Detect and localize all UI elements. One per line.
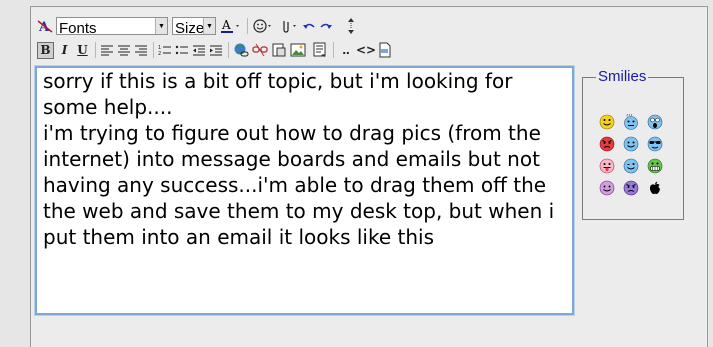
link-icon[interactable] bbox=[233, 41, 249, 59]
indent-icon[interactable] bbox=[209, 41, 223, 59]
ordered-list-icon[interactable]: 12 bbox=[158, 41, 172, 59]
bold-button[interactable]: B bbox=[37, 41, 54, 59]
document-icon[interactable] bbox=[378, 41, 392, 59]
sunglasses-icon[interactable] bbox=[647, 136, 663, 152]
message-editor[interactable]: sorry if this is a bit off topic, but i'… bbox=[35, 66, 574, 315]
mad-icon[interactable] bbox=[599, 136, 615, 152]
outdent-icon[interactable] bbox=[192, 41, 206, 59]
cool-icon[interactable] bbox=[623, 136, 639, 152]
toolbar-separator bbox=[95, 42, 96, 58]
resize-vertical-icon[interactable] bbox=[346, 17, 356, 35]
editor-paragraph: sorry if this is a bit off topic, but i'… bbox=[43, 69, 519, 119]
source-code-button[interactable]: <> bbox=[356, 41, 376, 59]
chevron-down-icon: ▼ bbox=[155, 18, 167, 34]
undo-icon[interactable] bbox=[302, 17, 316, 35]
insert-image-icon[interactable] bbox=[290, 41, 306, 59]
font-color-button[interactable]: A bbox=[220, 17, 242, 35]
grin-icon[interactable] bbox=[647, 158, 663, 174]
unlink-icon[interactable] bbox=[252, 41, 268, 59]
wink-icon[interactable] bbox=[623, 158, 639, 174]
align-right-icon[interactable] bbox=[134, 41, 148, 59]
svg-text:A: A bbox=[221, 18, 231, 32]
font-size-value: Size bbox=[175, 20, 205, 35]
toolbar-separator bbox=[247, 18, 248, 34]
redo-icon[interactable] bbox=[319, 17, 333, 35]
toolbar-row-2: B I U 12 ‥ <> bbox=[37, 40, 395, 60]
blush-icon[interactable] bbox=[599, 180, 615, 196]
smilies-box: Smilies ??? bbox=[582, 68, 684, 220]
purple-mad-icon[interactable] bbox=[623, 180, 639, 196]
smiley-insert-icon[interactable] bbox=[252, 17, 274, 35]
font-family-select[interactable]: Fonts ▼ bbox=[56, 17, 168, 35]
font-size-select[interactable]: Size ▼ bbox=[172, 17, 216, 35]
smilies-title: Smilies bbox=[596, 68, 649, 85]
unordered-list-icon[interactable] bbox=[175, 41, 189, 59]
toolbar-separator bbox=[153, 42, 154, 58]
confused-icon[interactable]: ??? bbox=[623, 114, 639, 130]
align-left-icon[interactable] bbox=[100, 41, 114, 59]
shocked-icon[interactable] bbox=[647, 114, 663, 130]
clear-format-icon[interactable]: A bbox=[37, 17, 53, 35]
toolbar-separator bbox=[333, 42, 334, 58]
insert-quote-icon[interactable] bbox=[312, 41, 328, 59]
smile-icon[interactable] bbox=[599, 114, 615, 130]
italic-button[interactable]: I bbox=[57, 41, 72, 59]
reveal-code-icon[interactable]: ‥ bbox=[338, 41, 354, 59]
editor-paragraph: i'm trying to figure out how to drag pic… bbox=[43, 121, 561, 249]
toolbar-separator bbox=[228, 42, 229, 58]
chevron-down-icon: ▼ bbox=[203, 18, 215, 34]
font-family-value: Fonts bbox=[59, 20, 97, 35]
apple-icon[interactable] bbox=[647, 180, 663, 196]
insert-file-icon[interactable] bbox=[271, 41, 287, 59]
tongue-icon[interactable] bbox=[599, 158, 615, 174]
attachment-icon[interactable] bbox=[277, 17, 299, 35]
toolbar-row-1: A Fonts ▼ Size ▼ A bbox=[37, 15, 359, 37]
svg-text:2: 2 bbox=[158, 51, 161, 56]
underline-button[interactable]: U bbox=[75, 41, 90, 59]
align-center-icon[interactable] bbox=[117, 41, 131, 59]
